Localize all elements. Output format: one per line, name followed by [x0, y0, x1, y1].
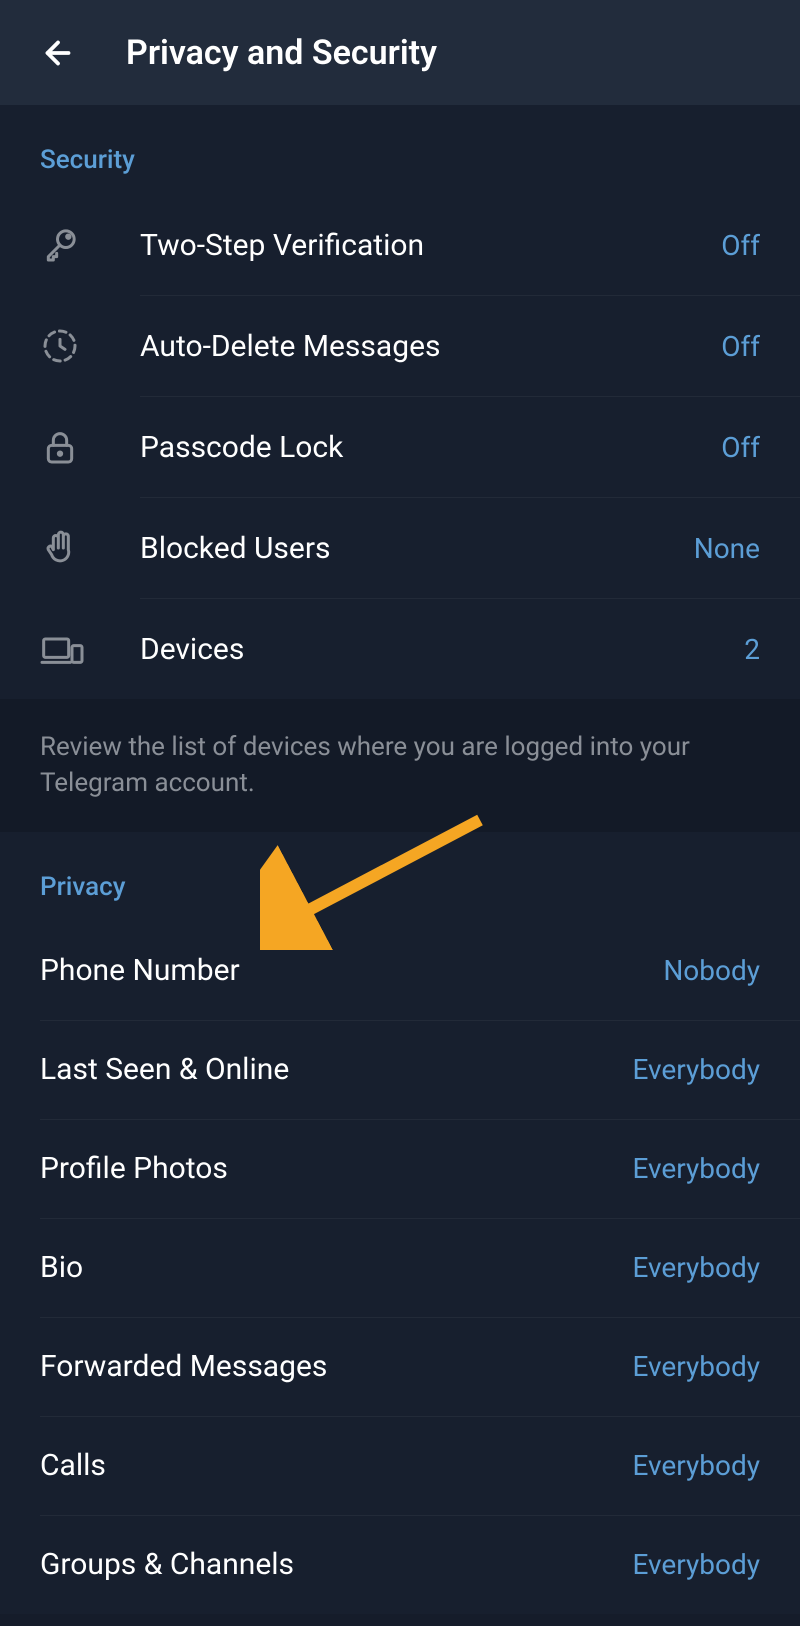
setting-two-step-verification[interactable]: Two-Step Verification Off [0, 195, 800, 295]
privacy-phone-number[interactable]: Phone Number Nobody [0, 922, 800, 1020]
privacy-label: Calls [40, 1448, 632, 1483]
privacy-groups-channels[interactable]: Groups & Channels Everybody [0, 1516, 800, 1614]
privacy-profile-photos[interactable]: Profile Photos Everybody [0, 1120, 800, 1218]
privacy-calls[interactable]: Calls Everybody [0, 1417, 800, 1515]
setting-blocked-users[interactable]: Blocked Users None [0, 498, 800, 598]
privacy-value: Everybody [632, 1548, 760, 1581]
content: Security Two-Step Verification Off Auto-… [0, 105, 800, 1614]
hand-icon [40, 528, 140, 568]
privacy-label: Phone Number [40, 953, 663, 988]
header: Privacy and Security [0, 0, 800, 105]
setting-value: Off [721, 431, 760, 464]
setting-auto-delete-messages[interactable]: Auto-Delete Messages Off [0, 296, 800, 396]
key-icon [40, 225, 140, 265]
setting-value: 2 [744, 633, 760, 666]
arrow-left-icon [40, 35, 76, 71]
lock-icon [40, 427, 140, 467]
info-text: Review the list of devices where you are… [0, 699, 800, 832]
privacy-value: Everybody [632, 1251, 760, 1284]
privacy-value: Everybody [632, 1449, 760, 1482]
section-header-privacy: Privacy [0, 832, 800, 922]
privacy-value: Everybody [632, 1152, 760, 1185]
devices-icon [40, 629, 140, 669]
setting-value: Off [721, 229, 760, 262]
privacy-value: Everybody [632, 1053, 760, 1086]
setting-label: Passcode Lock [140, 430, 721, 465]
privacy-label: Groups & Channels [40, 1547, 632, 1582]
privacy-label: Bio [40, 1250, 632, 1285]
setting-label: Two-Step Verification [140, 228, 721, 263]
privacy-value: Nobody [663, 954, 760, 987]
page-title: Privacy and Security [126, 33, 437, 73]
privacy-label: Profile Photos [40, 1151, 632, 1186]
privacy-label: Forwarded Messages [40, 1349, 632, 1384]
privacy-label: Last Seen & Online [40, 1052, 632, 1087]
setting-label: Devices [140, 632, 744, 667]
setting-value: None [694, 532, 760, 565]
back-button[interactable] [40, 35, 76, 71]
setting-value: Off [721, 330, 760, 363]
setting-label: Blocked Users [140, 531, 694, 566]
setting-devices[interactable]: Devices 2 [0, 599, 800, 699]
privacy-value: Everybody [632, 1350, 760, 1383]
section-header-security: Security [0, 105, 800, 195]
privacy-last-seen-online[interactable]: Last Seen & Online Everybody [0, 1021, 800, 1119]
setting-label: Auto-Delete Messages [140, 329, 721, 364]
setting-passcode-lock[interactable]: Passcode Lock Off [0, 397, 800, 497]
privacy-forwarded-messages[interactable]: Forwarded Messages Everybody [0, 1318, 800, 1416]
privacy-bio[interactable]: Bio Everybody [0, 1219, 800, 1317]
timer-icon [40, 326, 140, 366]
